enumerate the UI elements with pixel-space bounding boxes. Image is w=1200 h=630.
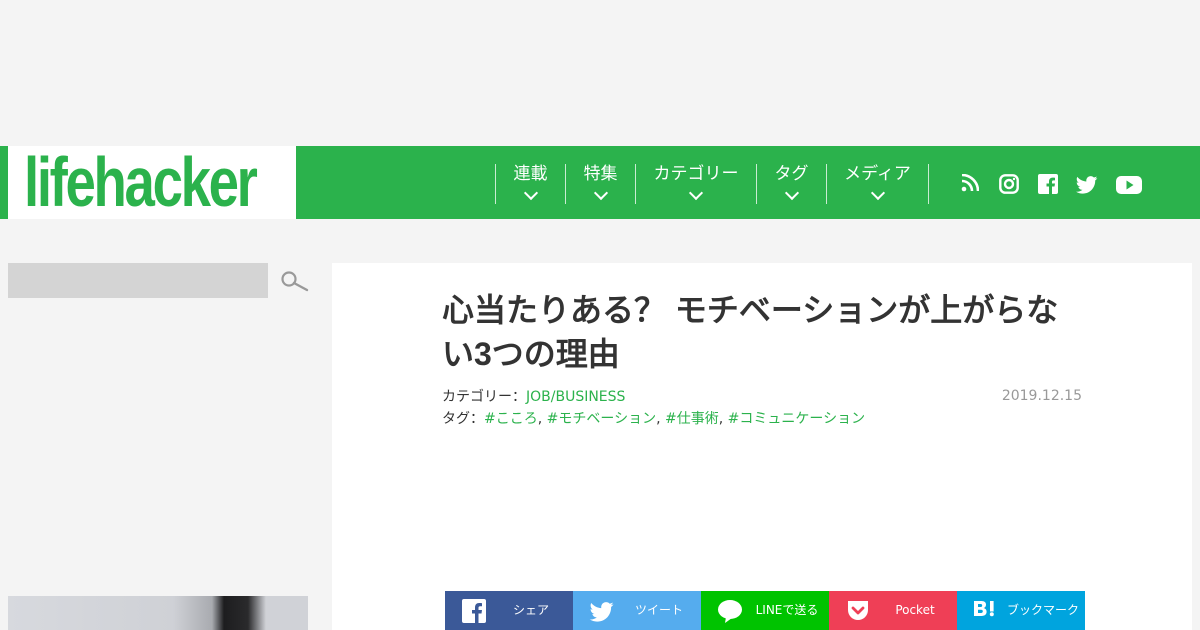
- share-pocket-button[interactable]: Pocket: [829, 591, 957, 630]
- tag-link[interactable]: #モチベーション: [547, 411, 656, 427]
- article-category: カテゴリー：JOB/BUSINESS: [442, 386, 625, 406]
- hatena-bookmark-icon: [974, 601, 994, 617]
- chevron-down-icon: [688, 185, 704, 201]
- share-hatena-bookmark-button[interactable]: ブックマーク: [957, 591, 1085, 630]
- tag-link[interactable]: #コミュニケーション: [728, 411, 865, 427]
- share-label: シェア: [512, 603, 549, 617]
- share-label: ブックマーク: [1006, 603, 1079, 617]
- nav-item-label: 特集: [583, 164, 618, 184]
- tag-link[interactable]: #仕事術: [665, 411, 719, 427]
- site-logo[interactable]: lifehacker: [24, 146, 258, 219]
- main-navbar: 連載 特集 カテゴリー タグ メディア: [296, 146, 1200, 219]
- logo-accent-bar: [0, 146, 8, 219]
- nav-item-label: タグ: [774, 164, 809, 184]
- nav-item-media[interactable]: メディア: [826, 164, 929, 204]
- site-logo-area[interactable]: lifehacker: [0, 146, 296, 219]
- instagram-icon[interactable]: [999, 174, 1019, 194]
- youtube-icon[interactable]: [1116, 175, 1142, 195]
- share-twitter-button[interactable]: ツイート: [573, 591, 701, 630]
- category-label: カテゴリー：: [442, 389, 526, 405]
- facebook-icon[interactable]: [1038, 174, 1058, 194]
- rss-icon[interactable]: [961, 174, 979, 192]
- chevron-down-icon: [523, 185, 538, 201]
- chevron-down-icon: [870, 185, 885, 201]
- share-label: ツイート: [634, 603, 683, 617]
- tag-separator: ,: [656, 411, 661, 427]
- article-tags: タグ：#こころ, #モチベーション, #仕事術, #コミュニケーション: [442, 408, 865, 428]
- sidebar-article-thumbnail[interactable]: [8, 596, 308, 630]
- tags-label: タグ：: [442, 411, 484, 427]
- line-icon: [718, 600, 742, 623]
- tag-separator: ,: [537, 411, 543, 427]
- nav-item-label: 連載: [513, 164, 548, 184]
- twitter-icon: [589, 602, 614, 622]
- nav-item-label: メディア: [844, 164, 911, 184]
- nav-item-features[interactable]: 特集: [565, 164, 635, 204]
- article-date: 2019.12.15: [1001, 388, 1082, 404]
- tag-link[interactable]: #こころ: [484, 411, 538, 427]
- pocket-icon: [848, 601, 868, 620]
- article-title: 心当たりある？ モチベーションが上がらない3つの理由: [442, 292, 1059, 372]
- share-line-button[interactable]: LINEで送る: [701, 591, 829, 630]
- nav-item-series[interactable]: 連載: [495, 164, 565, 204]
- share-label: Pocket: [895, 603, 935, 617]
- chevron-down-icon: [784, 185, 799, 201]
- search-input[interactable]: [8, 263, 268, 298]
- article-card: 心当たりある？ モチベーションが上がらない3つの理由 カテゴリー：JOB/BUS…: [332, 263, 1192, 630]
- category-link[interactable]: JOB/BUSINESS: [526, 389, 625, 405]
- chevron-down-icon: [593, 185, 608, 201]
- twitter-icon[interactable]: [1076, 176, 1098, 194]
- nav-item-label: カテゴリー: [653, 164, 739, 184]
- tag-separator: ,: [718, 411, 724, 427]
- share-label: LINEで送る: [755, 603, 819, 617]
- search-icon[interactable]: [280, 270, 310, 294]
- nav-item-category[interactable]: カテゴリー: [635, 164, 756, 204]
- facebook-icon: [462, 599, 486, 623]
- share-facebook-button[interactable]: シェア: [445, 591, 573, 630]
- nav-item-tags[interactable]: タグ: [756, 164, 826, 204]
